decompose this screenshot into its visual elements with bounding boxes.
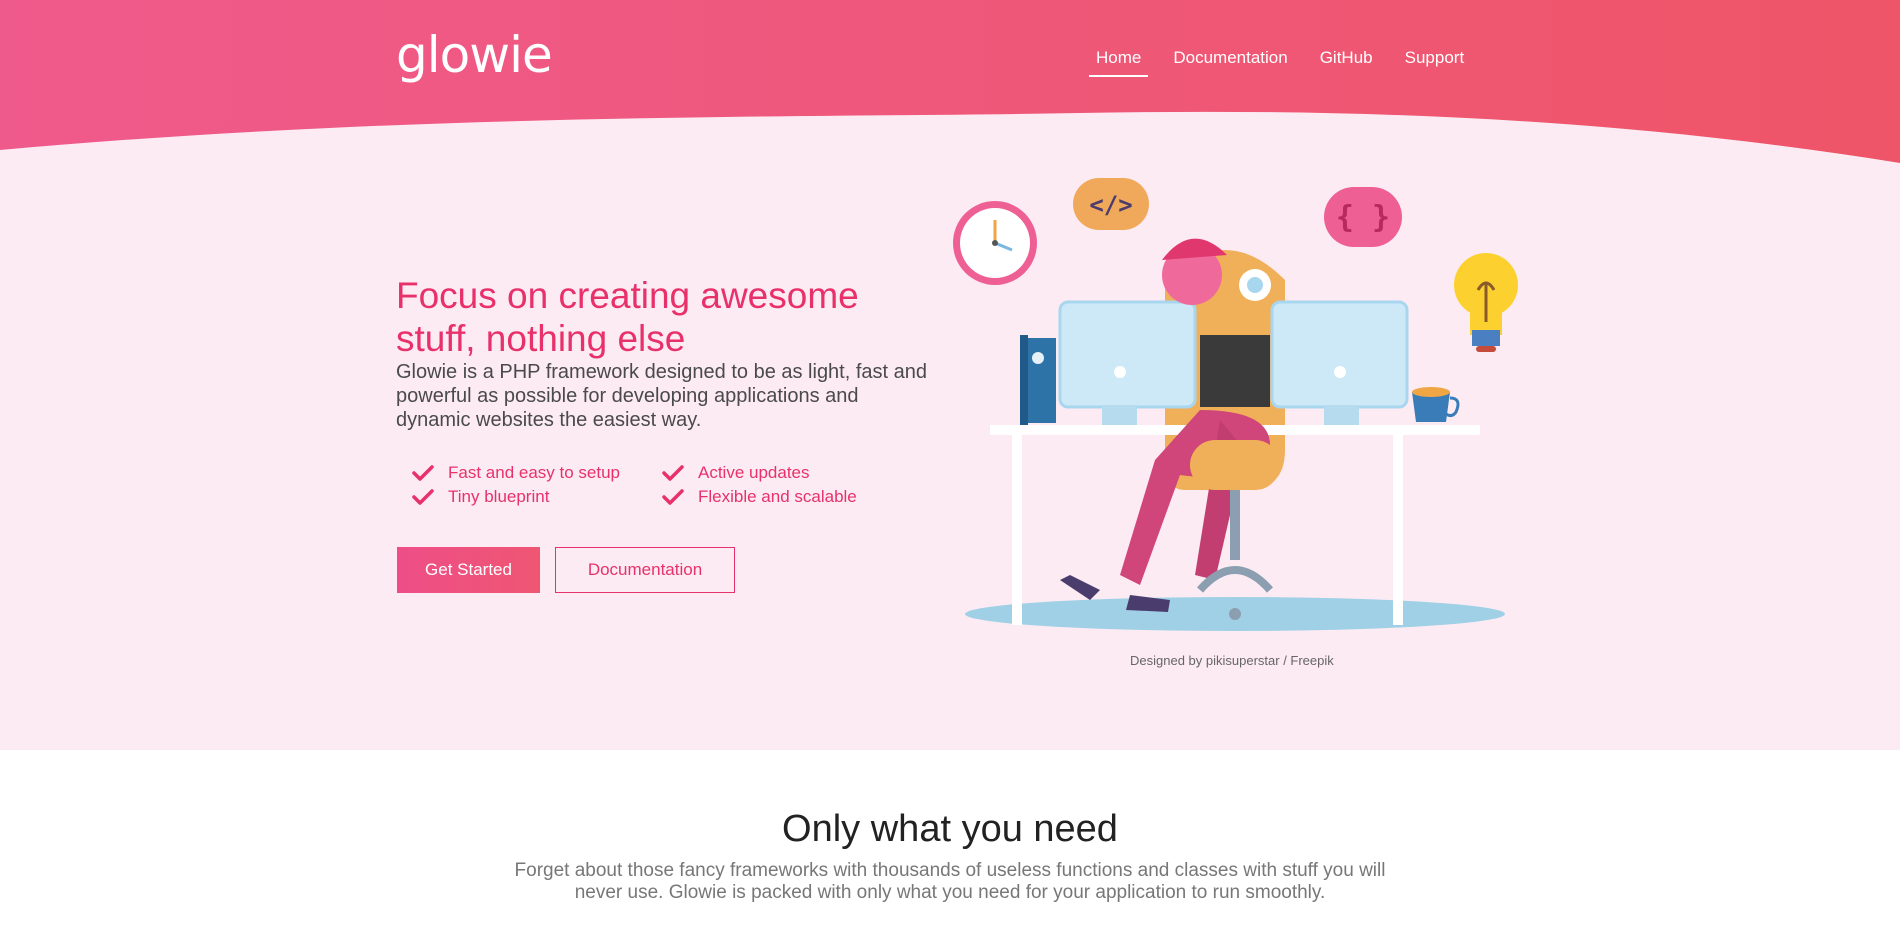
section-title: Only what you need [782, 808, 1118, 850]
get-started-button[interactable]: Get Started [397, 547, 540, 593]
nav-item-home[interactable]: Home [1089, 44, 1149, 78]
check-icon [412, 489, 434, 505]
documentation-button[interactable]: Documentation [555, 547, 735, 593]
feature-item: Active updates [662, 462, 872, 484]
feature-item: Flexible and scalable [662, 486, 872, 508]
logo[interactable]: glowie [396, 26, 553, 84]
coffee-cup-icon [1412, 387, 1460, 422]
monitor-icon [1270, 300, 1409, 425]
feature-item: Fast and easy to setup [412, 462, 662, 484]
main-nav: Home Documentation GitHub Support [1080, 44, 1480, 78]
code-icon: </> [1073, 178, 1149, 230]
feature-label: Tiny blueprint [448, 487, 550, 506]
clock-icon [953, 201, 1037, 285]
check-icon [412, 465, 434, 481]
hero-description: Glowie is a PHP framework designed to be… [396, 361, 928, 431]
header-band [0, 0, 1900, 163]
hero-title: Focus on creating awesome stuff, nothing… [396, 275, 859, 359]
lightbulb-icon [1454, 253, 1518, 352]
feature-label: Active updates [698, 463, 810, 482]
braces-badge-text: { } [1336, 200, 1390, 235]
feature-list: Fast and easy to setup Active updates Ti… [412, 462, 872, 508]
section-description: Forget about those fancy frameworks with… [514, 860, 1386, 903]
braces-icon: { } [1324, 187, 1402, 247]
check-icon [662, 489, 684, 505]
check-icon [662, 465, 684, 481]
monitor-icon [1058, 300, 1197, 425]
nav-item-support[interactable]: Support [1398, 44, 1472, 78]
code-badge-text: </> [1089, 191, 1132, 219]
feature-label: Fast and easy to setup [448, 463, 620, 482]
nav-item-github[interactable]: GitHub [1313, 44, 1380, 78]
feature-label: Flexible and scalable [698, 487, 857, 506]
book-icon [1020, 335, 1056, 425]
developer-illustration: </> { } [953, 178, 1518, 631]
feature-item: Tiny blueprint [412, 486, 662, 508]
nav-item-documentation[interactable]: Documentation [1166, 44, 1294, 78]
illustration-credit: Designed by pikisuperstar / Freepik [1130, 653, 1334, 668]
